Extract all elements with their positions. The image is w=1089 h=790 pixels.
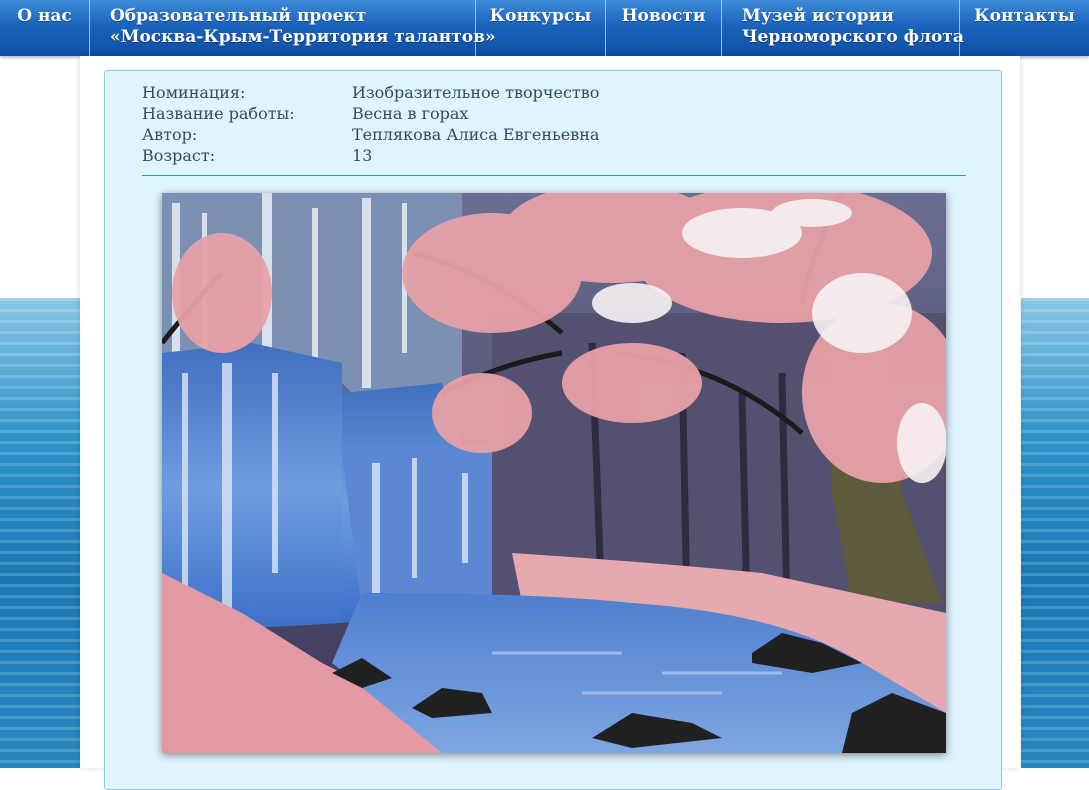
- main-nav: О нас Образовательный проект «Москва-Кры…: [0, 0, 1089, 56]
- entry-card: Номинация: Изобразительное творчество На…: [104, 70, 1002, 790]
- info-row-author: Автор: Теплякова Алиса Евгеньевна: [142, 124, 599, 145]
- nomination-value: Изобразительное творчество: [352, 83, 600, 102]
- nomination-label: Номинация:: [142, 83, 246, 102]
- nav-item-label-line1: Музей истории: [742, 6, 894, 26]
- sea-background-left: [0, 298, 80, 768]
- author-value: Теплякова Алиса Евгеньевна: [352, 125, 600, 144]
- author-label: Автор:: [142, 125, 198, 144]
- nav-item-label-line2: Черноморского флота: [742, 27, 964, 47]
- nav-item-label: О нас: [17, 6, 72, 26]
- nav-item-label-line2: «Москва-Крым-Территория талантов»: [110, 27, 496, 47]
- artwork-painting: [162, 193, 946, 753]
- nav-item-contacts[interactable]: Контакты: [960, 0, 1089, 56]
- nav-item-label: Контакты: [974, 6, 1075, 26]
- nav-item-museum[interactable]: Музей истории Черноморского флота: [722, 0, 964, 56]
- age-label: Возраст:: [142, 146, 216, 165]
- sea-background-right: [1021, 298, 1089, 768]
- nav-item-project[interactable]: Образовательный проект «Москва-Крым-Терр…: [90, 0, 496, 56]
- title-value: Весна в горах: [352, 104, 469, 123]
- title-label: Название работы:: [142, 104, 295, 123]
- nav-item-news[interactable]: Новости: [606, 0, 722, 56]
- nav-item-label-line1: Образовательный проект: [110, 6, 367, 26]
- entry-info: Номинация: Изобразительное творчество На…: [142, 82, 599, 166]
- nav-item-label: Конкурсы: [489, 6, 592, 26]
- info-row-nomination: Номинация: Изобразительное творчество: [142, 82, 599, 103]
- nav-item-about[interactable]: О нас: [0, 0, 90, 56]
- info-row-age: Возраст: 13: [142, 145, 599, 166]
- divider: [142, 175, 966, 176]
- age-value: 13: [352, 146, 373, 165]
- nav-item-contests[interactable]: Конкурсы: [476, 0, 606, 56]
- info-row-title: Название работы: Весна в горах: [142, 103, 599, 124]
- nav-item-label: Новости: [621, 6, 706, 26]
- artwork-image[interactable]: [162, 193, 946, 753]
- content-column: Номинация: Изобразительное творчество На…: [80, 56, 1020, 790]
